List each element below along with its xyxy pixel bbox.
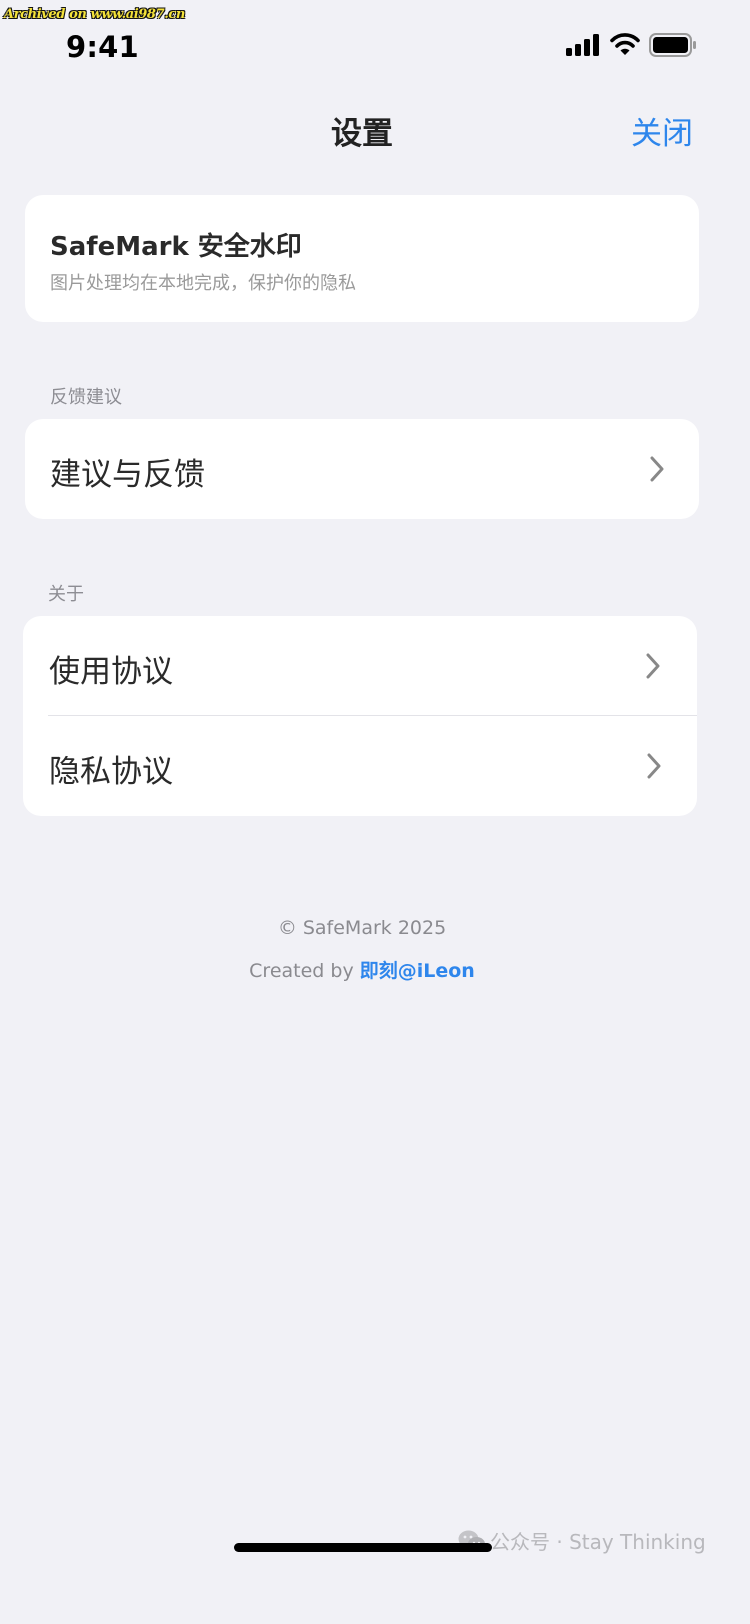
about-card: 使用协议 隐私协议 [23,616,697,816]
author-link[interactable]: 即刻@iLeon [360,960,475,982]
copyright-text: © SafeMark 2025 [277,917,447,939]
privacy-policy-label: 隐私协议 [49,754,173,790]
app-privacy-note: 图片处理均在本地完成，保护你的隐私 [50,273,356,294]
battery-icon [649,33,696,57]
feedback-card: 建议与反馈 [25,419,699,519]
section-label-about: 关于 [48,584,84,605]
section-label-feedback: 反馈建议 [50,387,122,408]
created-by-prefix: Created by [249,960,360,982]
wifi-icon [610,33,640,55]
archive-watermark: Archived on www.ai987.cn [4,7,185,22]
terms-of-use-label: 使用协议 [49,654,173,690]
feedback-row-label: 建议与反馈 [50,457,205,493]
page-title: 设置 [331,116,393,152]
chevron-right-icon [647,753,661,779]
chevron-right-icon [650,456,664,482]
chevron-right-icon [646,653,660,679]
home-indicator[interactable] [234,1543,492,1552]
app-info-card: SafeMark 安全水印 图片处理均在本地完成，保护你的隐私 [25,195,699,322]
close-button[interactable]: 关闭 [631,108,693,153]
terms-of-use-row[interactable]: 使用协议 [23,616,697,715]
privacy-policy-row[interactable]: 隐私协议 [23,716,697,816]
feedback-row[interactable]: 建议与反馈 [25,419,699,519]
account-watermark-text: 公众号 · Stay Thinking [490,1530,706,1554]
created-by-line: Created by 即刻@iLeon [0,956,724,983]
cellular-signal-icon [566,34,599,56]
app-name: SafeMark 安全水印 [50,232,302,262]
status-time: 9:41 [66,30,139,64]
account-watermark: 公众号 · Stay Thinking [458,1526,706,1555]
